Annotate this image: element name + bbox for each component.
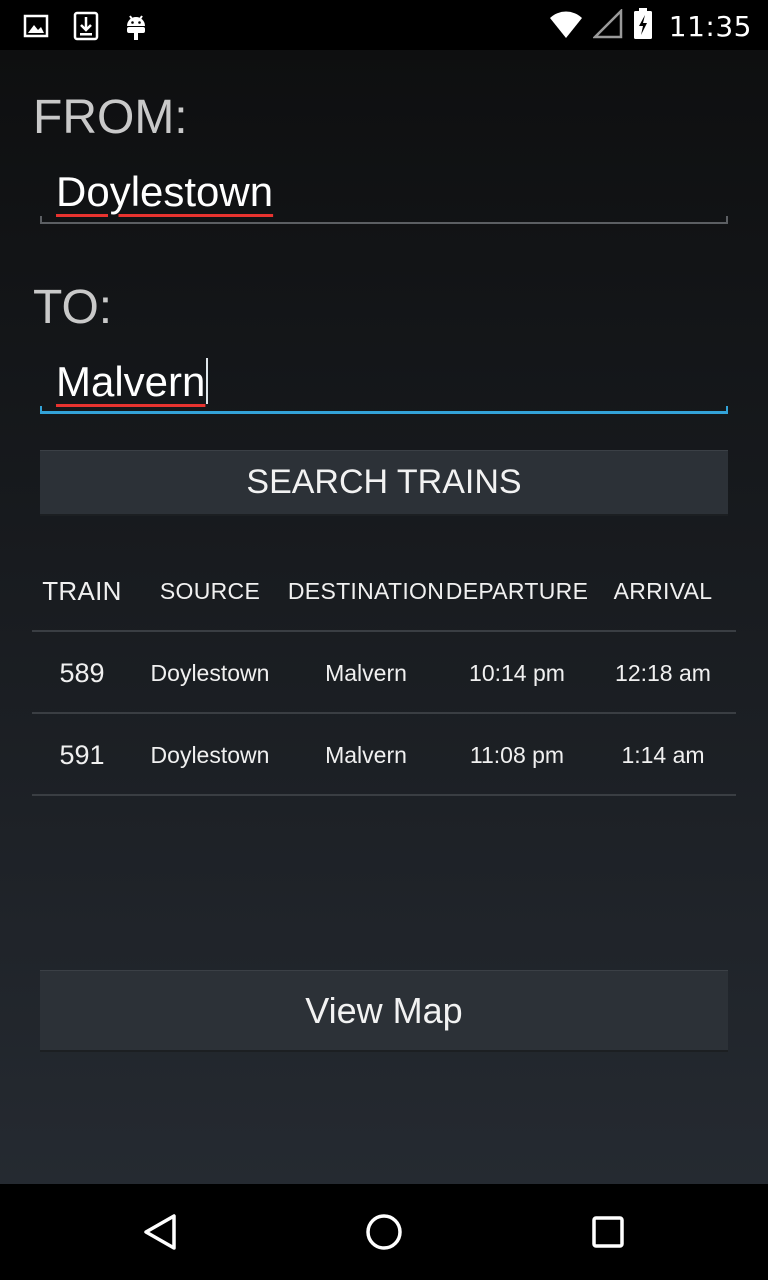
train-table: TRAIN SOURCE DESTINATION DEPARTURE ARRIV…: [32, 550, 736, 796]
cell-departure: 10:14 pm: [469, 659, 565, 686]
cell-destination: Malvern: [325, 659, 407, 686]
wifi-icon: [549, 9, 583, 43]
to-field-underline: [40, 406, 728, 414]
cell-destination: Malvern: [325, 741, 407, 768]
image-icon: [22, 10, 50, 42]
back-icon[interactable]: [136, 1208, 184, 1256]
header-destination: DESTINATION: [287, 577, 445, 604]
search-trains-button[interactable]: SEARCH TRAINS: [40, 450, 728, 516]
android-icon: [122, 10, 150, 42]
from-label: FROM:: [33, 91, 188, 144]
cell-source: Doylestown: [150, 741, 270, 768]
cell-arrival: 1:14 am: [621, 741, 705, 768]
battery-charging-icon: [633, 8, 653, 44]
cell-arrival: 12:18 am: [615, 659, 711, 686]
clock: 11:35: [668, 9, 752, 43]
cell-train: 591: [59, 739, 105, 770]
recents-icon[interactable]: [584, 1208, 632, 1256]
header-source: SOURCE: [159, 577, 261, 604]
from-field[interactable]: Doylestown: [40, 162, 728, 224]
main-content: FROM: Doylestown TO: Malvern SEARCH TRAI…: [0, 50, 768, 1184]
view-map-button[interactable]: View Map: [40, 970, 728, 1052]
header-departure: DEPARTURE: [445, 577, 589, 604]
home-icon[interactable]: [360, 1208, 408, 1256]
header-train: TRAIN: [42, 575, 122, 606]
status-bar: 11:35: [0, 0, 768, 50]
cell-signal-icon: [591, 7, 623, 43]
navigation-bar: [0, 1184, 768, 1280]
to-field[interactable]: Malvern: [40, 352, 728, 414]
cell-source: Doylestown: [150, 659, 270, 686]
text-cursor: [206, 358, 209, 404]
from-field-underline: [40, 216, 728, 224]
to-label: TO:: [33, 281, 113, 334]
table-row[interactable]: 589 Doylestown Malvern 10:14 pm 12:18 am: [32, 632, 736, 714]
table-row[interactable]: 591 Doylestown Malvern 11:08 pm 1:14 am: [32, 714, 736, 796]
download-icon: [72, 10, 100, 42]
to-input-value: Malvern: [56, 358, 206, 405]
from-input-value: Doylestown: [56, 168, 274, 215]
header-arrival: ARRIVAL: [613, 577, 713, 604]
table-header-row: TRAIN SOURCE DESTINATION DEPARTURE ARRIV…: [32, 550, 736, 632]
cell-train: 589: [59, 657, 105, 688]
cell-departure: 11:08 pm: [469, 741, 565, 768]
